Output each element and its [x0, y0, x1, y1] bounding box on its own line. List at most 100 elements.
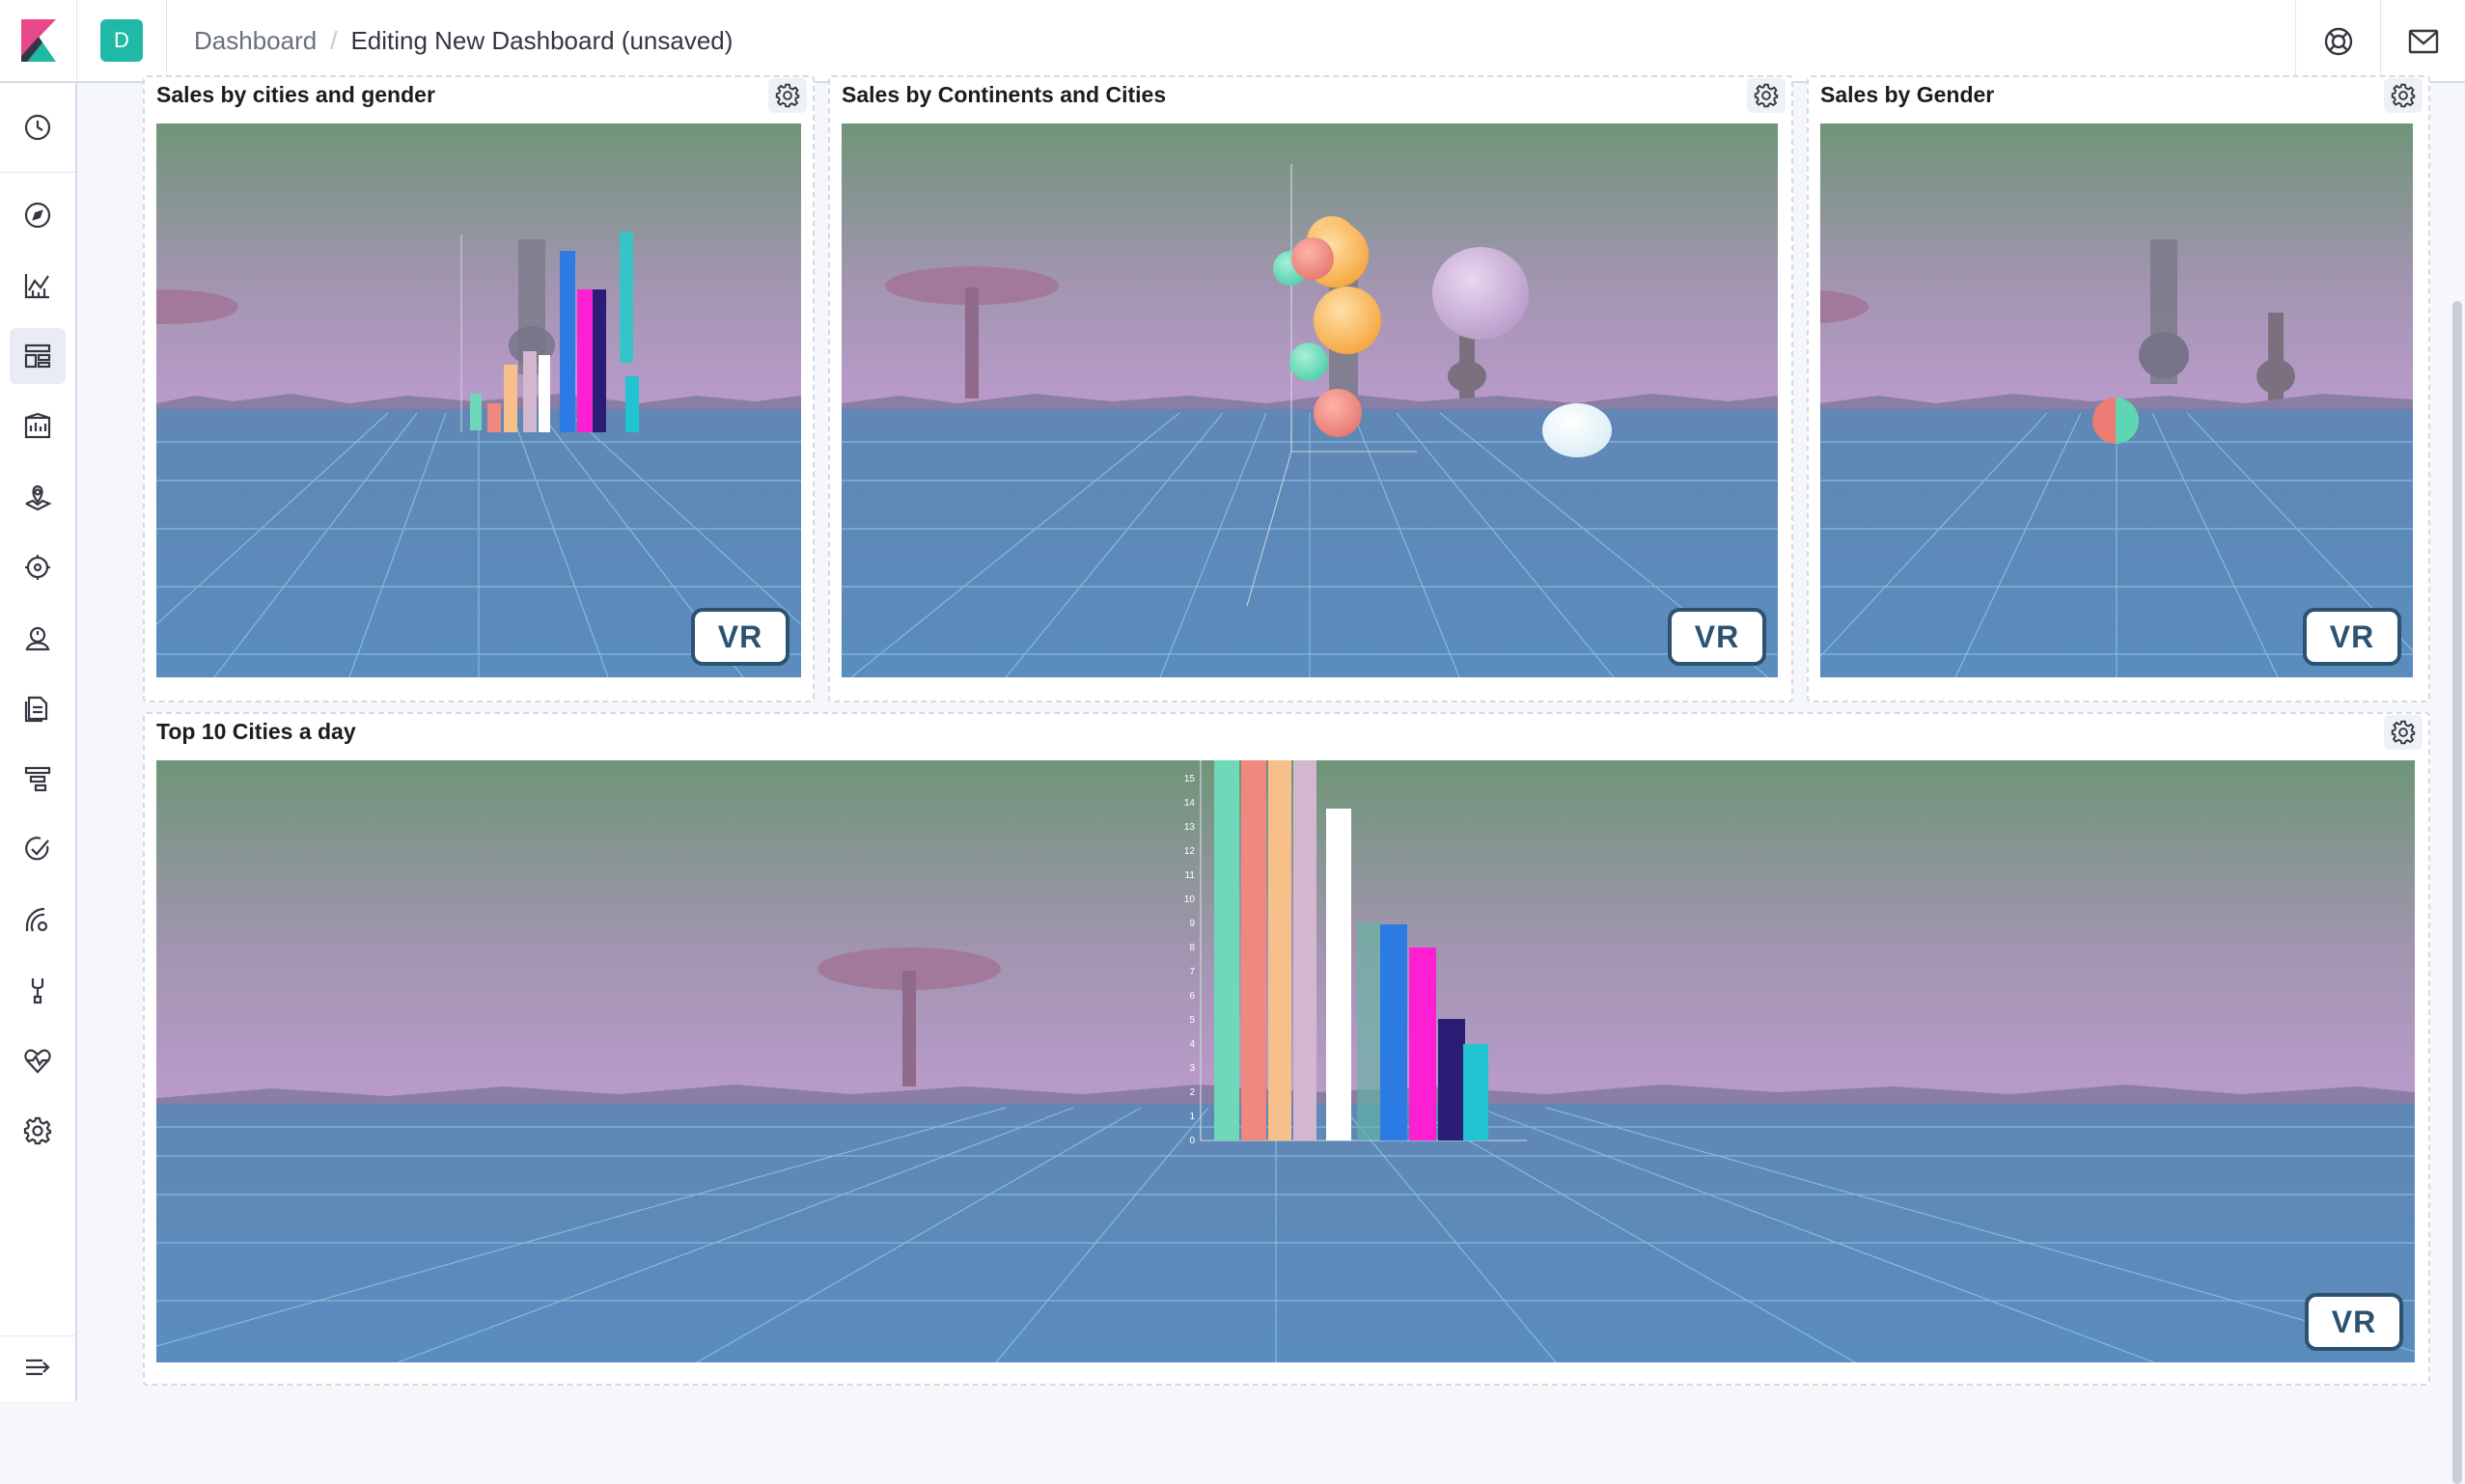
- mail-icon: [2408, 29, 2438, 54]
- space-avatar[interactable]: D: [100, 19, 143, 62]
- y-axis-tick-label: 11: [1185, 870, 1196, 881]
- nav-canvas[interactable]: [10, 398, 66, 454]
- y-axis-tick-label: 15: [1184, 774, 1196, 784]
- breadcrumb-separator: /: [330, 25, 338, 55]
- panel-top10-cities: Top 10 Cities a day 0 1 2 3 4 5 6 7 8 9 …: [143, 712, 2430, 1386]
- map-pin-icon: [25, 484, 52, 511]
- bar: [1326, 809, 1351, 1140]
- y-axis-tick-label: 8: [1189, 943, 1195, 953]
- heartbeat-icon: [24, 1049, 51, 1074]
- vr-scene-canvas: [156, 124, 801, 677]
- gear-icon: [2391, 83, 2416, 108]
- lifebuoy-icon: [2324, 27, 2352, 56]
- help-button[interactable]: [2295, 0, 2380, 83]
- nav-discover[interactable]: [10, 187, 66, 243]
- bar: [1409, 948, 1436, 1140]
- panel-options-button[interactable]: [2384, 715, 2423, 750]
- top-header: D Dashboard / Editing New Dashboard (uns…: [0, 0, 2465, 83]
- nav-machine-learning[interactable]: [10, 539, 66, 595]
- newsfeed-button[interactable]: [2380, 0, 2465, 83]
- dashboard-viewport: Sales by cities and gender VR Sales by C…: [77, 75, 2465, 1401]
- panel-title: Sales by Continents and Cities: [842, 82, 1167, 107]
- kibana-logo[interactable]: [0, 0, 77, 82]
- logs-icon: [24, 696, 48, 723]
- nav-monitoring[interactable]: [10, 1032, 66, 1088]
- compass-icon: [24, 202, 51, 229]
- scrollbar-thumb[interactable]: [2452, 301, 2462, 1484]
- bar: [1463, 1044, 1488, 1140]
- y-axis-tick-label: 13: [1184, 822, 1196, 833]
- vr-scene[interactable]: VR: [1820, 124, 2413, 677]
- y-axis-tick-label: 3: [1189, 1063, 1195, 1074]
- nav-separator: [0, 172, 75, 173]
- y-axis-tick-label: 10: [1184, 894, 1196, 905]
- vr-mode-button[interactable]: VR: [2303, 608, 2401, 666]
- panel-title: Sales by Gender: [1820, 82, 1995, 107]
- bar: [1357, 922, 1384, 1140]
- panel-title: Top 10 Cities a day: [156, 719, 356, 744]
- panel-options-button[interactable]: [768, 78, 807, 113]
- header-actions: [2295, 0, 2465, 83]
- bar: [1241, 760, 1266, 1140]
- nav-dashboard[interactable]: [10, 328, 66, 384]
- vr-scene-canvas: 0123456789101112131415: [156, 760, 2415, 1362]
- y-axis-tick-label: 9: [1189, 919, 1195, 929]
- vr-scene-canvas: [842, 124, 1778, 677]
- apm-icon: [24, 766, 51, 792]
- dashboard-icon: [24, 344, 51, 369]
- y-axis-tick-label: 6: [1189, 991, 1195, 1002]
- bar: [1380, 924, 1407, 1140]
- y-axis-tick-label: 4: [1189, 1039, 1195, 1050]
- clock-icon: [24, 114, 51, 141]
- uptime-icon: [25, 837, 49, 861]
- nav-siem[interactable]: [10, 892, 66, 948]
- canvas-icon: [24, 412, 51, 439]
- siem-icon: [25, 907, 48, 932]
- panel-title: Sales by cities and gender: [156, 82, 435, 107]
- nav-uptime[interactable]: [10, 821, 66, 877]
- bar: [1438, 1019, 1465, 1140]
- y-axis-tick-label: 0: [1189, 1136, 1195, 1146]
- y-axis-tick-label: 7: [1189, 967, 1195, 977]
- bar: [1214, 760, 1239, 1140]
- nav-infrastructure[interactable]: [10, 610, 66, 666]
- vr-mode-button[interactable]: VR: [1668, 608, 1766, 666]
- nav-apm[interactable]: [10, 751, 66, 807]
- y-axis-tick-label: 2: [1189, 1087, 1195, 1098]
- gear-icon: [23, 1116, 52, 1145]
- nav-logs[interactable]: [10, 680, 66, 736]
- vr-scene[interactable]: VR: [156, 124, 801, 677]
- vr-mode-button[interactable]: VR: [2305, 1293, 2403, 1351]
- nav-maps[interactable]: [10, 469, 66, 525]
- machine-learning-icon: [25, 555, 50, 580]
- gear-icon: [2391, 720, 2416, 745]
- menu-collapse-icon: [26, 1359, 50, 1376]
- vr-scene[interactable]: VR: [842, 124, 1778, 677]
- nav-visualize[interactable]: [10, 258, 66, 314]
- header-divider: [166, 0, 167, 82]
- panel-sales-cities-gender: Sales by cities and gender VR: [143, 75, 815, 702]
- panel-sales-continents-cities: Sales by Continents and Cities VR: [828, 75, 1793, 702]
- nav-management[interactable]: [10, 1103, 66, 1159]
- chart-icon: [24, 274, 49, 299]
- panel-options-button[interactable]: [2384, 78, 2423, 113]
- vr-scene[interactable]: 0 1 2 3 4 5 6 7 8 9 10 11 12 13 14 15 VR: [156, 760, 2415, 1362]
- breadcrumb: Dashboard / Editing New Dashboard (unsav…: [194, 26, 733, 56]
- kibana-logo-icon: [20, 19, 56, 62]
- bar: [1293, 760, 1316, 1140]
- y-axis-tick-label: 1: [1189, 1112, 1195, 1122]
- panel-options-button[interactable]: [1747, 78, 1786, 113]
- y-axis-tick-label: 14: [1184, 798, 1196, 809]
- nav-collapse-button[interactable]: [10, 1339, 66, 1395]
- bar: [1268, 760, 1291, 1140]
- y-axis-tick-label: 5: [1189, 1015, 1195, 1026]
- breadcrumb-current-page: Editing New Dashboard (unsaved): [350, 25, 734, 55]
- vr-mode-button[interactable]: VR: [691, 608, 789, 666]
- page-scrollbar[interactable]: [2450, 83, 2465, 1484]
- gear-icon: [775, 83, 800, 108]
- breadcrumb-dashboard-link[interactable]: Dashboard: [194, 26, 317, 56]
- gear-icon: [1754, 83, 1779, 108]
- nav-recent[interactable]: [10, 99, 66, 155]
- nav-dev-tools[interactable]: [10, 962, 66, 1018]
- infrastructure-icon: [25, 626, 50, 651]
